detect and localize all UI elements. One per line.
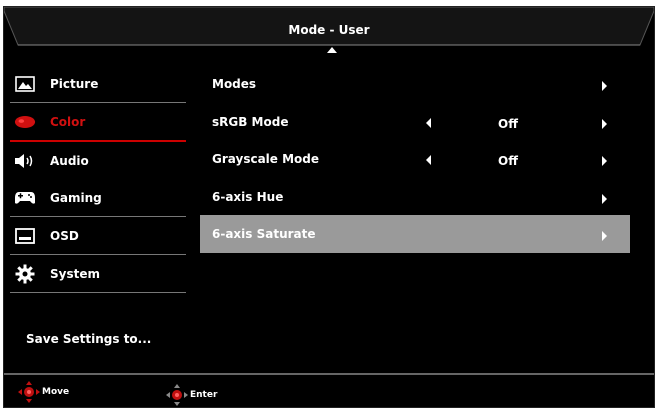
- menu-row-modes[interactable]: Modes: [200, 65, 630, 103]
- sidebar-item-color[interactable]: Color: [4, 103, 188, 140]
- enter-label: Enter: [190, 390, 218, 400]
- row-label: 6-axis Saturate: [212, 227, 316, 241]
- sidebar-item-label: System: [50, 266, 100, 281]
- sidebar-item-label: Color: [50, 114, 86, 129]
- joystick-move-icon: [18, 381, 40, 403]
- save-settings-button[interactable]: Save Settings to...: [26, 332, 151, 346]
- move-label: Move: [42, 387, 70, 397]
- osd-window: Mode - User Picture Color Audio Gaming O…: [3, 6, 655, 408]
- move-hint: Move: [18, 381, 69, 403]
- picture-icon: [14, 75, 36, 93]
- menu-row-grayscale-mode[interactable]: Grayscale Mode Off: [200, 140, 630, 178]
- chevron-right-icon[interactable]: [602, 156, 607, 166]
- settings-menu: Modes sRGB Mode Off Grayscale Mode Off 6…: [200, 65, 630, 253]
- chevron-right-icon[interactable]: [602, 231, 607, 241]
- color-icon: [14, 113, 36, 131]
- sidebar-item-label: Gaming: [50, 190, 102, 205]
- row-label: Grayscale Mode: [212, 152, 320, 166]
- row-label: sRGB Mode: [212, 114, 289, 129]
- footer-divider: [4, 373, 654, 375]
- row-label: 6-axis Hue: [212, 189, 284, 204]
- chevron-right-icon[interactable]: [602, 193, 607, 204]
- chevron-right-icon[interactable]: [602, 81, 607, 91]
- osd-icon: [14, 227, 36, 245]
- sidebar: Picture Color Audio Gaming OSD System: [4, 65, 188, 293]
- chevron-right-icon[interactable]: [602, 118, 607, 129]
- menu-row-6-axis-hue[interactable]: 6-axis Hue: [200, 178, 630, 216]
- sidebar-item-osd[interactable]: OSD: [4, 217, 188, 254]
- chevron-left-icon[interactable]: [426, 155, 431, 165]
- speaker-icon: [14, 152, 36, 170]
- title-bar: Mode - User: [4, 7, 654, 46]
- scroll-up-icon[interactable]: [327, 47, 337, 53]
- row-value: Off: [498, 154, 518, 168]
- sidebar-item-picture[interactable]: Picture: [4, 65, 188, 102]
- sidebar-item-audio[interactable]: Audio: [4, 142, 188, 179]
- sidebar-item-label: Audio: [50, 153, 89, 168]
- gamepad-icon: [14, 189, 36, 207]
- enter-hint: Enter: [166, 384, 217, 406]
- menu-row-srgb-mode[interactable]: sRGB Mode Off: [200, 103, 630, 141]
- joystick-enter-icon: [166, 384, 188, 406]
- sidebar-item-gaming[interactable]: Gaming: [4, 179, 188, 216]
- divider: [10, 292, 186, 293]
- sidebar-item-label: OSD: [50, 228, 79, 243]
- sidebar-item-label: Picture: [50, 76, 99, 91]
- menu-row-6-axis-saturate[interactable]: 6-axis Saturate: [200, 215, 630, 253]
- row-label: Modes: [212, 77, 257, 91]
- row-value: Off: [498, 116, 518, 131]
- page-title: Mode - User: [288, 23, 370, 37]
- gear-icon: [14, 264, 36, 283]
- sidebar-item-system[interactable]: System: [4, 255, 188, 292]
- chevron-left-icon[interactable]: [426, 117, 431, 128]
